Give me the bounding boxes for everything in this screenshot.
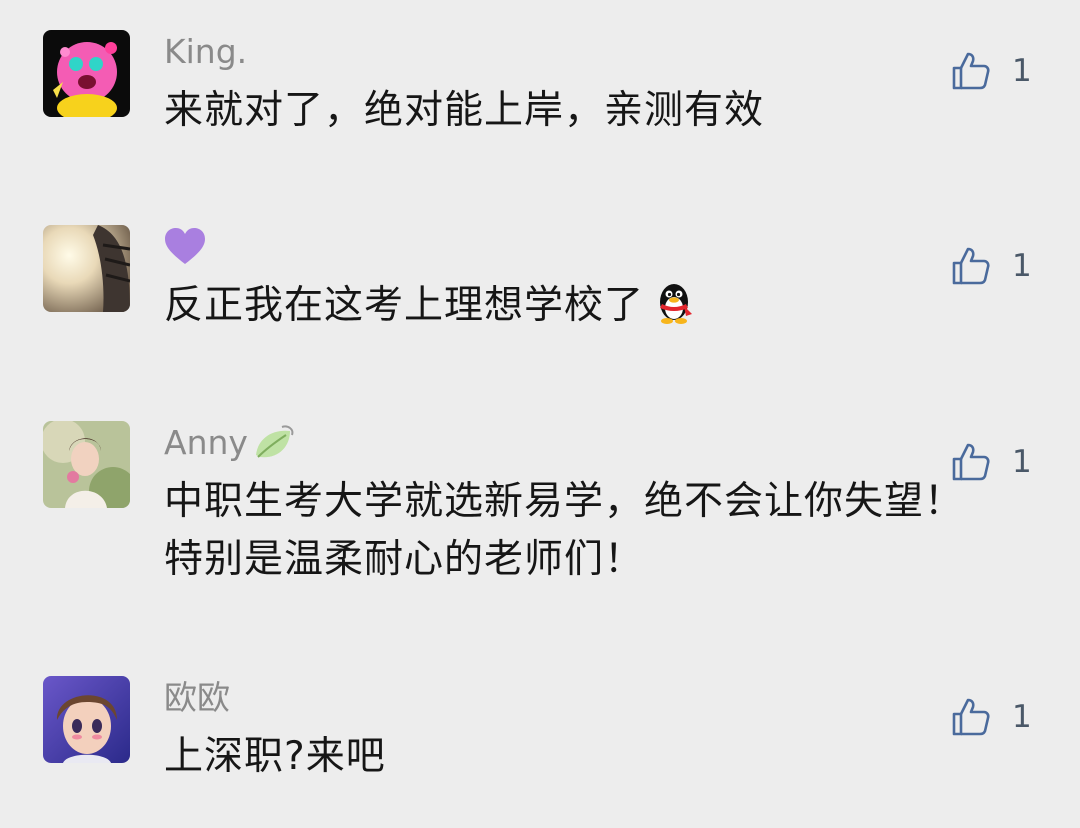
avatar[interactable] bbox=[43, 225, 130, 312]
thumbs-up-icon bbox=[952, 247, 990, 285]
girl-photo-avatar-image bbox=[43, 421, 130, 508]
like-count: 1 bbox=[1012, 444, 1032, 480]
like-button[interactable]: 1 bbox=[950, 439, 1032, 485]
nickname[interactable] bbox=[164, 227, 206, 267]
penguin-icon bbox=[650, 278, 698, 343]
like-button[interactable]: 1 bbox=[950, 243, 1032, 289]
like-button[interactable]: 1 bbox=[950, 694, 1032, 740]
like-button[interactable]: 1 bbox=[950, 48, 1032, 94]
comment-text: 上深职?来吧 bbox=[164, 734, 386, 779]
comment-text: 中职生考大学就选新易学，绝不会让你失望！特别是温柔耐心的老师们！ bbox=[164, 479, 965, 582]
avatar[interactable] bbox=[43, 676, 130, 763]
nickname[interactable]: Anny bbox=[164, 423, 296, 463]
pink-kirby-avatar-image bbox=[43, 30, 130, 117]
nickname-text: King. bbox=[164, 32, 248, 71]
like-count: 1 bbox=[1012, 53, 1032, 89]
anime-boy-avatar-image bbox=[43, 676, 130, 763]
leaf-icon bbox=[255, 425, 294, 458]
avatar[interactable] bbox=[43, 30, 130, 117]
thumbs-up-icon bbox=[952, 443, 990, 481]
purple-heart-icon bbox=[165, 228, 205, 264]
nickname[interactable]: 欧欧 bbox=[164, 678, 230, 718]
comment-text-content: 反正我在这考上理想学校了 bbox=[164, 283, 645, 328]
thumbs-up-icon bbox=[952, 698, 990, 736]
nickname-text: Anny bbox=[164, 423, 248, 462]
thumbs-up-icon bbox=[952, 52, 990, 90]
nickname-text: 欧欧 bbox=[164, 678, 230, 717]
comment-text: 来就对了，绝对能上岸，亲测有效 bbox=[164, 88, 765, 133]
like-count: 1 bbox=[1012, 699, 1032, 735]
nickname[interactable]: King. bbox=[164, 32, 247, 72]
sunlit-photo-avatar-image bbox=[43, 225, 130, 312]
like-count: 1 bbox=[1012, 248, 1032, 284]
comment-text: 反正我在这考上理想学校了 bbox=[164, 277, 984, 343]
avatar[interactable] bbox=[43, 421, 130, 508]
